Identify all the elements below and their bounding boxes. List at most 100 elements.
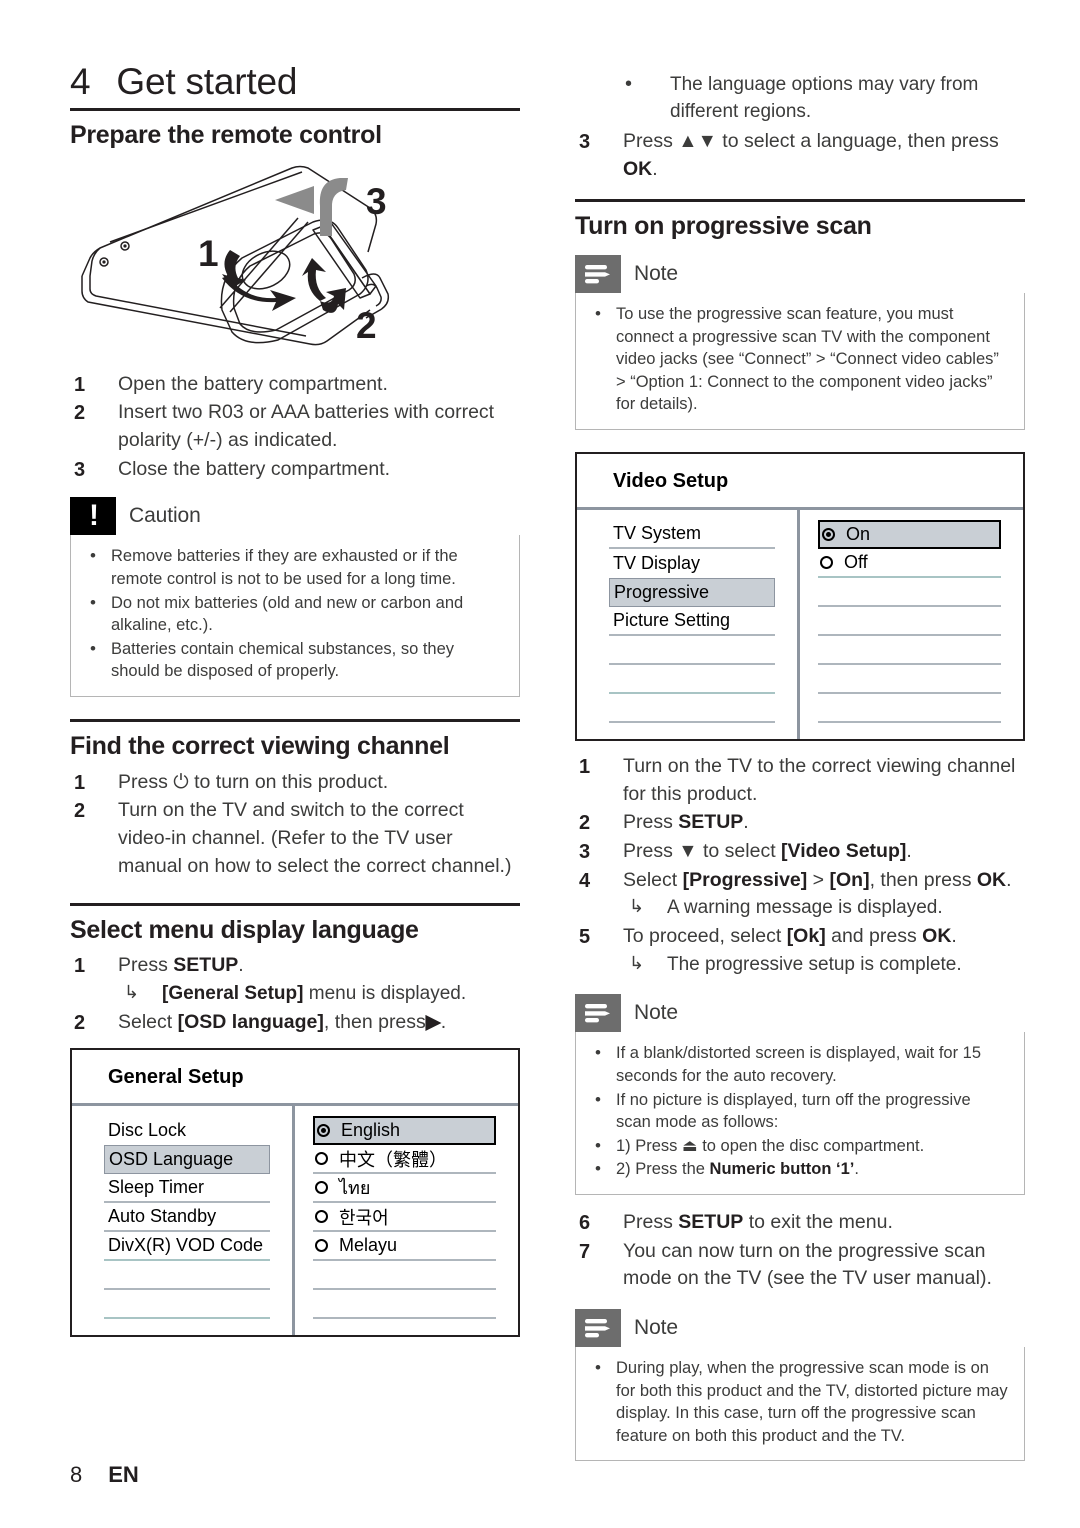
- step-item: 3 Press ▲▼ to select a language, then pre…: [575, 128, 1025, 183]
- page-footer: 8 EN: [70, 1462, 139, 1488]
- step-item: 1 Press SETUP. ↳ [General Setup] menu is d…: [70, 952, 520, 1007]
- osd-menu-item[interactable]: Auto Standby: [104, 1203, 270, 1233]
- osd-menu-item[interactable]: OSD Language: [104, 1145, 270, 1175]
- osd-menu-item[interactable]: Progressive: [609, 578, 775, 608]
- section-rule-language: [70, 902, 520, 906]
- osd-menu-item[interactable]: Off: [818, 549, 1001, 579]
- setup-key-label: SETUP: [678, 1210, 744, 1233]
- osd-item-label: Auto Standby: [108, 1206, 217, 1227]
- bullet-icon: •: [595, 1159, 601, 1179]
- osd-menu-item[interactable]: DivX(R) VOD Code: [104, 1232, 270, 1262]
- note-lines-icon: [585, 1318, 610, 1338]
- note-item: • During play, when the progressive scan …: [586, 1357, 1010, 1447]
- step-text: to select: [697, 840, 782, 863]
- radio-icon[interactable]: [315, 1239, 328, 1253]
- osd-item-label: TV System: [613, 523, 702, 544]
- page-number: 8: [70, 1462, 83, 1487]
- osd-menu-item[interactable]: Melayu: [313, 1232, 496, 1262]
- step-text: to select a language, then press: [716, 129, 999, 152]
- left-column: 4 Get started Prepare the remote control: [70, 62, 520, 1347]
- osd-general-panes: Disc Lock OSD Language Sleep Timer Auto Sta…: [72, 1103, 518, 1336]
- language-note-bullets: • The language options may vary from dif…: [575, 72, 1025, 126]
- step-text: , then press: [323, 1010, 426, 1033]
- osd-item-label: [339, 1264, 344, 1285]
- caution-title: Caution: [129, 504, 201, 528]
- osd-menu-item[interactable]: On: [818, 520, 1001, 550]
- language-step3-list: 3 Press ▲▼ to select a language, then pre…: [575, 128, 1025, 183]
- caution-callout: ! Caution • Remove batteries if they are …: [70, 497, 520, 698]
- step-text: .: [238, 954, 244, 977]
- progressive-steps-list: 1 Turn on the TV to the correct viewing …: [575, 753, 1025, 978]
- osd-item-label: Picture Setting: [613, 610, 731, 631]
- osd-menu-item[interactable]: English: [313, 1116, 496, 1146]
- substep-text: A warning message is displayed.: [667, 897, 943, 919]
- osd-item-label: Melayu: [339, 1235, 398, 1256]
- step-item: 2 Insert two R03 or AAA batteries with c…: [70, 399, 520, 454]
- osd-menu-item-empty: [609, 694, 775, 724]
- osd-item-label: On: [846, 524, 871, 545]
- caution-body: • Remove batteries if they are exhausted …: [70, 535, 520, 698]
- radio-icon[interactable]: [315, 1210, 328, 1224]
- arrow-2: [302, 257, 346, 313]
- note-callout-1: Note • To use the progressive scan featur…: [575, 255, 1025, 431]
- remote-steps-list: 1 Open the battery compartment. 2 Insert…: [70, 371, 520, 484]
- step-text: Turn on the TV to the correct viewing ch…: [623, 755, 1016, 805]
- osd-menu-item-empty: [818, 607, 1001, 637]
- channel-steps-list: 1 Press ⏻ to turn on this product. 2 Turn…: [70, 769, 520, 881]
- osd-menu-item[interactable]: TV System: [609, 520, 775, 550]
- step-text: .: [743, 811, 749, 834]
- radio-icon[interactable]: [820, 556, 833, 570]
- note-1-header: Note: [575, 255, 1025, 294]
- step-number: 4: [579, 869, 591, 892]
- osd-menu-item-empty: [313, 1290, 496, 1320]
- caution-item-text: Do not mix batteries (old and new or car…: [111, 593, 464, 635]
- note-item: • If no picture is displayed, turn off th…: [586, 1089, 1010, 1134]
- osd-menu-item[interactable]: 한국어: [313, 1203, 496, 1233]
- step-item: 7 You can now turn on the progressive sc…: [575, 1238, 1025, 1293]
- caution-header: ! Caution: [70, 497, 520, 536]
- radio-selected-icon[interactable]: [822, 528, 835, 542]
- osd-menu-item[interactable]: 中文（繁體）: [313, 1145, 496, 1175]
- step-number: 1: [74, 955, 86, 978]
- osd-menu-item[interactable]: Picture Setting: [609, 607, 775, 637]
- step-item: 2 Turn on the TV and switch to the corre…: [70, 797, 520, 880]
- osd-item-label: [844, 610, 849, 631]
- step-text: Insert two R03 or AAA batteries with cor…: [118, 401, 495, 452]
- osd-item-label: [844, 639, 849, 660]
- caution-item: • Batteries contain chemical substances, …: [81, 638, 505, 683]
- eject-icon: ⏏: [682, 1136, 698, 1155]
- bullet-icon: •: [595, 1357, 601, 1377]
- step-text: Press: [623, 129, 679, 152]
- ok-key-label: OK: [922, 925, 952, 948]
- substep-text: The progressive setup is complete.: [667, 953, 962, 975]
- step-number: 2: [74, 402, 86, 425]
- section-heading-prepare-remote: Prepare the remote control: [70, 120, 382, 149]
- step-text: You can now turn on the progressive scan…: [623, 1239, 992, 1290]
- bullet-icon: •: [595, 1043, 601, 1063]
- section-heading-viewing-channel: Find the correct viewing channel: [70, 732, 450, 761]
- note-item-text: 2) Press the: [616, 1160, 710, 1179]
- menu-reference: [OSD language]: [177, 1010, 324, 1033]
- note-1-title: Note: [634, 262, 678, 286]
- note-item-text: .: [854, 1160, 859, 1179]
- osd-menu-item[interactable]: TV Display: [609, 549, 775, 578]
- osd-item-label: DivX(R) VOD Code: [108, 1235, 264, 1256]
- chapter-title: Get started: [116, 61, 298, 102]
- radio-selected-icon[interactable]: [317, 1124, 330, 1138]
- osd-menu-item-empty: [818, 665, 1001, 695]
- radio-icon[interactable]: [315, 1181, 328, 1195]
- note-item: • To use the progressive scan feature, yo…: [586, 303, 1010, 416]
- osd-menu-item-empty: [818, 578, 1001, 608]
- step-text: Press: [118, 954, 174, 977]
- note-item-text: to open the disc compartment.: [697, 1136, 925, 1155]
- osd-item-label: [613, 697, 618, 718]
- osd-menu-item[interactable]: ไทย: [313, 1174, 496, 1204]
- osd-menu-item[interactable]: Disc Lock: [104, 1116, 270, 1145]
- step-item: 4 Select [Progressive] > [On], then press…: [575, 867, 1025, 922]
- osd-menu-item-empty: [313, 1261, 496, 1291]
- menu-reference: [On]: [829, 868, 870, 891]
- note-lines-icon: [585, 265, 610, 284]
- radio-icon[interactable]: [315, 1152, 328, 1166]
- osd-menu-item[interactable]: Sleep Timer: [104, 1174, 270, 1204]
- note-item-text: If a blank/distorted screen is displayed…: [616, 1044, 982, 1085]
